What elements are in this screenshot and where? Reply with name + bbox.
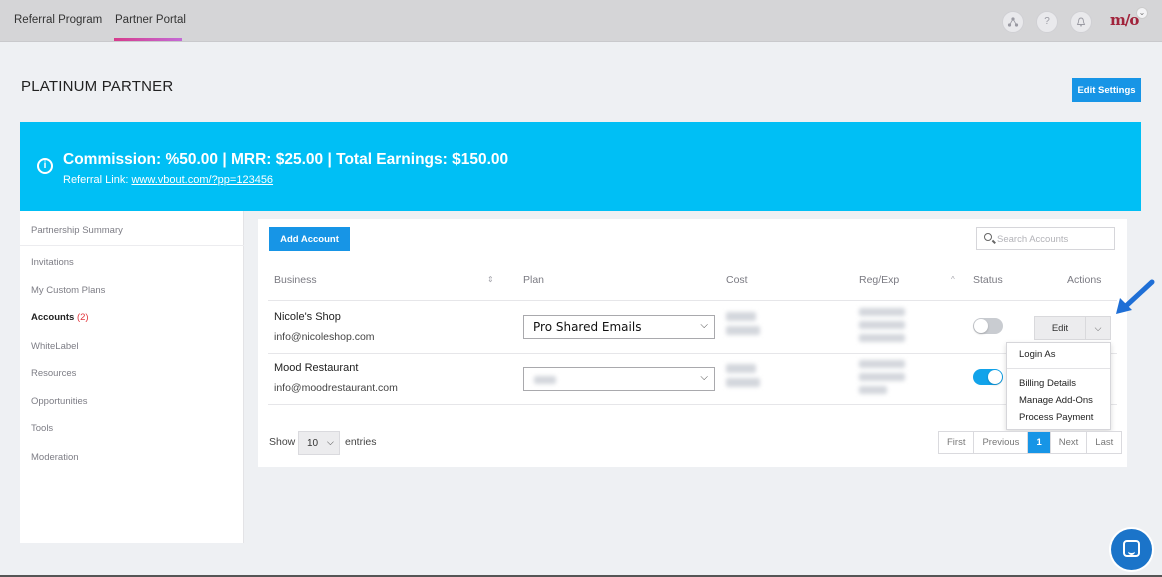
help-icon[interactable]: ? (1036, 11, 1058, 33)
row-1-plan-select[interactable]: Pro Shared Emails ⌵ (523, 315, 715, 339)
pagination-next[interactable]: Next (1051, 432, 1088, 453)
referral-link-label: Referral Link: (63, 174, 129, 186)
row-2-status-toggle[interactable] (973, 369, 1003, 385)
sidebar-item-partnership-summary[interactable]: Partnership Summary (31, 225, 123, 236)
referral-link-line: Referral Link: www.vbout.com/?pp=123456 (63, 174, 273, 186)
chevron-down-icon: ⌵ (700, 320, 708, 331)
bell-icon[interactable] (1070, 11, 1092, 33)
pagination: First Previous 1 Next Last (938, 431, 1123, 454)
row-2-reg-exp-redacted (859, 373, 905, 381)
show-label: Show (269, 436, 296, 448)
chat-icon (1123, 540, 1140, 557)
row-1-edit-button[interactable]: Edit (1034, 316, 1086, 340)
row-1-cost-redacted (726, 312, 756, 321)
column-header-reg-exp[interactable]: Reg/Exp (859, 274, 899, 286)
column-header-business[interactable]: Business (274, 274, 317, 286)
menu-item-login-as[interactable]: Login As (1019, 349, 1055, 360)
sidebar-item-moderation[interactable]: Moderation (31, 452, 79, 463)
sidebar-item-accounts[interactable]: Accounts (2) (31, 312, 89, 323)
earnings-summary: Commission: %50.00 | MRR: $25.00 | Total… (63, 151, 509, 168)
toggle-knob (988, 370, 1002, 384)
accounts-count-badge: (2) (76, 312, 89, 323)
menu-item-billing-details[interactable]: Billing Details (1019, 378, 1076, 389)
sidebar-item-opportunities[interactable]: Opportunities (31, 396, 88, 407)
chevron-down-icon: ⌵ (700, 372, 708, 383)
row-1-cost-redacted (726, 326, 760, 335)
chat-support-button[interactable] (1111, 529, 1152, 570)
sidebar-item-tools[interactable]: Tools (31, 423, 53, 434)
row-1-reg-exp-redacted (859, 308, 905, 316)
partner-sidebar: Partnership Summary Invitations My Custo… (20, 211, 244, 543)
row-2-reg-exp-redacted (859, 386, 887, 394)
account-chevron-down-icon[interactable]: ⌄ (1136, 7, 1148, 19)
annotation-arrow-icon (1116, 279, 1155, 314)
sidebar-item-my-custom-plans[interactable]: My Custom Plans (31, 285, 105, 296)
pagination-previous[interactable]: Previous (974, 432, 1029, 453)
pagination-page-1[interactable]: 1 (1028, 432, 1051, 453)
edit-settings-button[interactable]: Edit Settings (1072, 78, 1141, 102)
network-icon[interactable] (1002, 11, 1024, 33)
sidebar-item-accounts-label: Accounts (31, 312, 75, 323)
row-2-business-email: info@moodrestaurant.com (274, 382, 398, 394)
row-1-status-toggle[interactable] (973, 318, 1003, 334)
actions-dropdown-menu: Login As Billing Details Manage Add-Ons … (1006, 342, 1111, 430)
row-2-reg-exp-redacted (859, 360, 905, 368)
info-icon: i (37, 158, 53, 174)
search-icon (984, 233, 992, 241)
network-icon-glyph (1007, 17, 1019, 27)
company-logo[interactable]: m/o (1110, 11, 1139, 29)
column-header-cost[interactable]: Cost (726, 274, 748, 286)
accounts-card (258, 219, 1127, 467)
entries-per-page-value: 10 (307, 438, 319, 449)
sort-asc-icon[interactable]: ^ (951, 275, 955, 284)
column-header-plan[interactable]: Plan (523, 274, 544, 286)
tab-partner-portal[interactable]: Partner Portal (115, 14, 186, 26)
active-tab-indicator (114, 38, 182, 41)
row-1-plan-value: Pro Shared Emails (533, 320, 642, 334)
row-2-cost-redacted (726, 378, 760, 387)
sidebar-item-resources[interactable]: Resources (31, 368, 76, 379)
menu-item-manage-add-ons[interactable]: Manage Add-Ons (1019, 395, 1093, 406)
column-header-status: Status (973, 274, 1003, 286)
search-accounts-input[interactable] (997, 231, 1111, 247)
sidebar-item-invitations[interactable]: Invitations (31, 257, 74, 268)
row-1-reg-exp-redacted (859, 321, 905, 329)
toggle-knob (974, 319, 988, 333)
bell-icon-glyph (1076, 17, 1086, 27)
referral-link[interactable]: www.vbout.com/?pp=123456 (131, 174, 273, 186)
row-1-reg-exp-redacted (859, 334, 905, 342)
tab-referral-program[interactable]: Referral Program (14, 14, 102, 26)
top-nav-bar: Referral Program Partner Portal ? m/o ⌄ (0, 0, 1162, 42)
entries-label: entries (345, 436, 377, 448)
sort-icon[interactable]: ⇕ (487, 275, 494, 284)
table-header-divider (268, 300, 1117, 301)
add-account-button[interactable]: Add Account (269, 227, 350, 251)
row-divider (268, 353, 1117, 354)
sidebar-divider (20, 245, 244, 246)
pagination-first[interactable]: First (939, 432, 975, 453)
row-divider (268, 404, 1117, 405)
row-2-business-name[interactable]: Mood Restaurant (274, 362, 358, 374)
sidebar-item-whitelabel[interactable]: WhiteLabel (31, 341, 79, 352)
column-header-actions: Actions (1067, 274, 1102, 286)
menu-item-process-payment[interactable]: Process Payment (1019, 412, 1093, 423)
row-1-actions-dropdown-toggle[interactable]: ⌵ (1085, 316, 1111, 340)
page-title: PLATINUM PARTNER (21, 78, 174, 95)
earnings-banner: i Commission: %50.00 | MRR: $25.00 | Tot… (20, 122, 1141, 211)
search-accounts-box (976, 227, 1115, 250)
row-2-plan-select[interactable]: ⌵ (523, 367, 715, 391)
row-2-cost-redacted (726, 364, 756, 373)
row-2-plan-redacted (534, 376, 556, 384)
row-1-business-name[interactable]: Nicole's Shop (274, 311, 341, 323)
entries-per-page-select[interactable]: 10 ⌵ (298, 431, 340, 455)
row-1-business-email: info@nicoleshop.com (274, 331, 375, 343)
menu-divider (1007, 368, 1110, 369)
pagination-last[interactable]: Last (1087, 432, 1121, 453)
chevron-down-icon: ⌵ (327, 437, 334, 447)
